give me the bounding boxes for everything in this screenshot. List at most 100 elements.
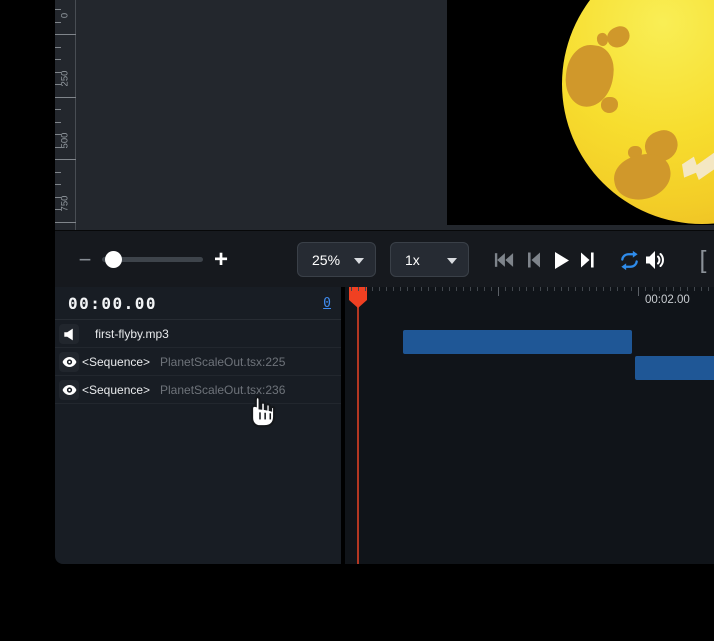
timeline-minor-tick (491, 287, 492, 291)
crater (601, 97, 618, 113)
timeline-minor-tick (512, 287, 513, 291)
timeline-minor-tick (603, 287, 604, 291)
ruler-minor-tick (55, 72, 61, 73)
timeline-minor-tick (687, 287, 688, 291)
previous-frame-button[interactable] (522, 249, 546, 271)
timeline-minor-tick (351, 287, 352, 291)
skip-to-start-button[interactable] (492, 249, 516, 271)
timeline-minor-tick (547, 287, 548, 291)
track-label: first-flyby.mp3 (95, 327, 169, 341)
crater (604, 23, 633, 51)
timeline-minor-tick (526, 287, 527, 291)
ruler-minor-tick (55, 109, 61, 110)
loop-toggle-button[interactable] (617, 249, 641, 271)
timeline-minor-tick (540, 287, 541, 291)
ruler-minor-tick (55, 134, 61, 135)
track-row-audio[interactable]: first-flyby.mp3 (55, 320, 341, 348)
timeline-minor-tick (456, 287, 457, 291)
next-frame-icon (580, 251, 595, 269)
timeline-minor-tick (400, 287, 401, 291)
timeline-minor-tick (645, 287, 646, 291)
zoom-slider[interactable] (102, 257, 203, 262)
ruler-minor-tick (55, 184, 61, 185)
planet-graphic (562, 0, 714, 224)
zoom-in-button[interactable]: + (207, 231, 235, 288)
zoom-slider-knob[interactable] (105, 251, 122, 268)
timeline-minor-tick (680, 287, 681, 291)
visibility-toggle[interactable] (59, 380, 79, 400)
timeline-minor-tick (421, 287, 422, 291)
timeline-minor-tick (484, 287, 485, 291)
size-bracket-icon[interactable]: [ (693, 246, 713, 274)
ruler-minor-tick (55, 172, 61, 173)
timeline-panel: 00:00.00 0 first-flyby.mp3 <Sequence> Pl… (55, 287, 714, 564)
track-source: PlanetScaleOut.tsx:225 (160, 355, 285, 369)
timeline-minor-tick (708, 287, 709, 291)
timeline-major-tick (638, 287, 639, 296)
timeline-minor-tick (428, 287, 429, 291)
track-source: PlanetScaleOut.tsx:236 (160, 383, 285, 397)
frame-number-link[interactable]: 0 (323, 296, 331, 311)
timeline-minor-tick (365, 287, 366, 291)
chevron-down-icon (447, 258, 457, 264)
timeline-minor-tick (505, 287, 506, 291)
timeline-minor-tick (575, 287, 576, 291)
timeline-minor-tick (379, 287, 380, 291)
timeline-minor-tick (652, 287, 653, 291)
timeline-clip-area[interactable]: 00:02.00 (345, 287, 714, 564)
zoom-level-dropdown[interactable]: 25% (297, 242, 376, 277)
timeline-minor-tick (596, 287, 597, 291)
timeline-minor-tick (407, 287, 408, 291)
timeline-minor-tick (631, 287, 632, 291)
ruler-minor-tick (55, 209, 61, 210)
ruler-label: 0 (60, 1, 71, 31)
timeline-minor-tick (554, 287, 555, 291)
previous-frame-icon (527, 251, 541, 269)
timeline-clip[interactable] (403, 330, 633, 354)
eye-icon (62, 384, 77, 396)
volume-icon (645, 250, 666, 270)
visibility-toggle[interactable] (59, 352, 79, 372)
timeline-minor-tick (470, 287, 471, 291)
track-row-sequence-1[interactable]: <Sequence> PlanetScaleOut.tsx:225 (55, 348, 341, 376)
timeline-minor-tick (449, 287, 450, 291)
timeline-clip[interactable] (635, 356, 714, 380)
ruler-label: 250 (60, 63, 71, 93)
track-row-sequence-2[interactable]: <Sequence> PlanetScaleOut.tsx:236 (55, 376, 341, 404)
playback-rate-value: 1x (405, 252, 420, 268)
timeline-minor-tick (393, 287, 394, 291)
speaker-icon (63, 328, 76, 341)
timeline-minor-tick (358, 287, 359, 291)
ruler-minor-tick (55, 59, 61, 60)
track-label: <Sequence> (82, 383, 150, 397)
ruler-major-tick (55, 159, 76, 160)
zoom-out-button[interactable]: − (73, 231, 97, 288)
playback-rate-dropdown[interactable]: 1x (390, 242, 469, 277)
skip-to-start-icon (494, 251, 514, 269)
ruler-minor-tick (55, 84, 61, 85)
timeline-minor-tick (533, 287, 534, 291)
timeline-header: 00:00.00 0 (55, 287, 341, 320)
eye-icon (62, 356, 77, 368)
timeline-minor-tick (694, 287, 695, 291)
timeline-minor-tick (442, 287, 443, 291)
ruler-minor-tick (55, 197, 61, 198)
timeline-minor-tick (372, 287, 373, 291)
timeline-minor-tick (568, 287, 569, 291)
track-label: <Sequence> (82, 355, 150, 369)
volume-button[interactable] (643, 249, 667, 271)
next-frame-button[interactable] (575, 249, 599, 271)
timecode-display: 00:00.00 (68, 294, 157, 313)
ruler-major-tick (55, 97, 76, 98)
mute-toggle[interactable] (59, 324, 79, 344)
timeline-minor-tick (477, 287, 478, 291)
play-button[interactable] (549, 249, 573, 271)
editor-canvas[interactable]: 0250500750 (55, 0, 714, 230)
playhead-line (357, 287, 359, 564)
ruler-minor-tick (55, 47, 61, 48)
ruler-label: 500 (60, 126, 71, 156)
timeline-minor-tick (673, 287, 674, 291)
timeline-minor-tick (435, 287, 436, 291)
planet-highlight-shape (682, 150, 714, 180)
timeline-major-tick (498, 287, 499, 296)
